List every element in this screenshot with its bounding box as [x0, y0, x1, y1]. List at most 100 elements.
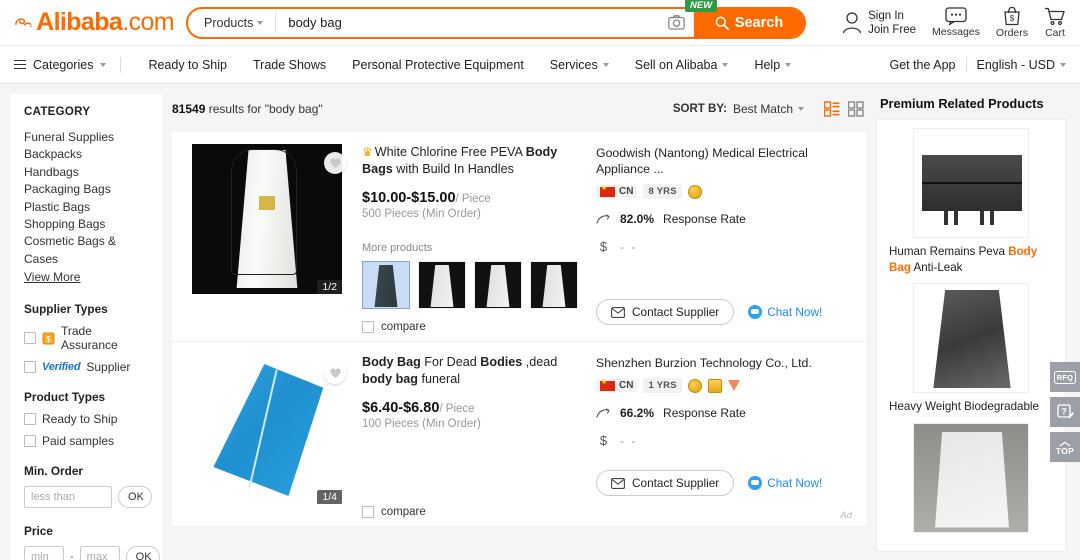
nav-item-label: Ready to Ship [148, 57, 227, 72]
more-product-thumb[interactable] [418, 261, 466, 309]
search-button[interactable]: Search [694, 8, 804, 37]
product-title-prefix: White Chlorine Free PEVA [374, 145, 526, 159]
checkbox[interactable] [362, 321, 374, 333]
filter-verified-supplier[interactable]: Verified Supplier [24, 360, 148, 374]
supplier-actions: Contact Supplier Chat Now! [596, 299, 822, 325]
contact-supplier-button[interactable]: Contact Supplier [596, 299, 735, 325]
product-title[interactable]: ♛ White Chlorine Free PEVA Body Bags with… [362, 144, 586, 178]
filter-trade-assurance[interactable]: $ Trade Assurance [24, 324, 148, 352]
language-currency-selector[interactable]: English - USD [977, 58, 1056, 72]
messages-label: Messages [932, 26, 980, 38]
compare-checkbox-row[interactable]: compare [362, 506, 586, 518]
get-the-app-link[interactable]: Get the App [889, 58, 955, 72]
favorite-button[interactable] [324, 362, 346, 384]
product-image[interactable]: 1/4 [192, 354, 342, 504]
min-order-input[interactable] [24, 486, 112, 509]
filter-label: Supplier [86, 360, 131, 375]
feedback-tool[interactable]: ? [1050, 397, 1080, 427]
list-view-icon[interactable] [824, 101, 840, 117]
checkbox[interactable] [24, 435, 36, 448]
nav-item-label: Sell on Alibaba [634, 57, 718, 72]
sidebar-item-funeral-supplies[interactable]: Funeral Supplies [24, 129, 148, 146]
search-icon [715, 16, 729, 30]
related-product[interactable]: Human Remains Peva Body Bag Anti-Leak [887, 128, 1055, 275]
product-title-suffix: with Build In Handles [392, 162, 514, 176]
product-types-title: Product Types [24, 390, 106, 405]
related-product[interactable]: Heavy Weight Biodegradable [887, 283, 1055, 415]
more-product-thumb[interactable] [362, 261, 410, 309]
more-product-thumb[interactable] [530, 261, 578, 309]
sidebar-item-packaging-bags[interactable]: Packaging Bags [24, 181, 148, 198]
checkbox[interactable] [24, 361, 36, 374]
moq-value: 100 Pieces [362, 418, 419, 430]
envelope-icon [611, 477, 625, 489]
nav-item-sell-on-alibaba[interactable]: Sell on Alibaba [622, 58, 742, 72]
search-category-select[interactable]: Products [188, 12, 277, 33]
gold-supplier-icon [687, 378, 702, 393]
min-order-ok-button[interactable]: OK [118, 486, 152, 509]
thumb-shape [486, 265, 510, 307]
nav-item-ppe[interactable]: Personal Protective Equipment [339, 58, 537, 72]
response-rate-icon [596, 407, 611, 419]
filter-ready-to-ship[interactable]: Ready to Ship [24, 412, 148, 426]
cart-button[interactable]: Cart [1044, 7, 1066, 39]
compare-checkbox-row[interactable]: compare [362, 321, 586, 333]
sort-by-value: Best Match [732, 102, 793, 116]
sidebar-item-shopping-bags[interactable]: Shopping Bags [24, 216, 148, 233]
product-title-text: ,dead [522, 355, 558, 369]
premium-related-list: Human Remains Peva Body Bag Anti-Leak He… [876, 119, 1066, 552]
nav-item-trade-shows[interactable]: Trade Shows [240, 58, 339, 72]
sidebar-item-backpacks[interactable]: Backpacks [24, 146, 148, 163]
more-product-thumb[interactable] [474, 261, 522, 309]
chat-now-button[interactable]: Chat Now! [748, 476, 822, 490]
search-input[interactable] [276, 15, 660, 30]
product-title[interactable]: Body Bag For Dead Bodies ,dead body bag … [362, 354, 586, 388]
checkbox[interactable] [362, 506, 374, 518]
product-image-detail [231, 149, 297, 275]
ad-label: Ad [840, 510, 852, 521]
grid-view-icon[interactable] [848, 101, 864, 117]
chat-now-button[interactable]: Chat Now! [748, 305, 822, 319]
sidebar-item-cosmetic-bags[interactable]: Cosmetic Bags & Cases [24, 233, 148, 268]
sidebar-item-handbags[interactable]: Handbags [24, 164, 148, 181]
back-to-top-tool[interactable]: ︿ TOP [1050, 432, 1080, 462]
sort-by-select[interactable]: Best Match [733, 102, 804, 116]
supplier-name[interactable]: Shenzhen Burzion Technology Co., Ltd. [596, 355, 854, 371]
category-list: Funeral Supplies Backpacks Handbags Pack… [24, 129, 148, 268]
search-button-label: Search [734, 14, 784, 31]
product-moq: 100 Pieces (Min Order) [362, 418, 586, 430]
contact-supplier-button[interactable]: Contact Supplier [596, 470, 735, 496]
join-free-link[interactable]: Join Free [868, 23, 916, 37]
chat-icon [748, 476, 763, 490]
related-product[interactable] [887, 422, 1055, 533]
supplier-name[interactable]: Goodwish (Nantong) Medical Electrical Ap… [596, 145, 854, 177]
price-ok-button[interactable]: OK [125, 546, 160, 560]
account-menu[interactable]: Sign In Join Free [841, 9, 916, 37]
back-to-top-label: TOP [1055, 446, 1075, 456]
nav-item-services[interactable]: Services [537, 58, 622, 72]
dollar-icon: $ [599, 239, 608, 254]
nav-item-ready-to-ship[interactable]: Ready to Ship [135, 58, 240, 72]
nav-item-help[interactable]: Help [741, 58, 804, 72]
orders-button[interactable]: $ Orders [996, 6, 1028, 39]
location-pin-icon [727, 380, 740, 391]
product-image[interactable]: 1/2 [192, 144, 342, 294]
nav-categories[interactable]: Categories [14, 58, 120, 72]
supplier-types-title: Supplier Types [24, 302, 108, 317]
checkbox[interactable] [24, 413, 36, 426]
sidebar-item-plastic-bags[interactable]: Plastic Bags [24, 199, 148, 216]
favorite-button[interactable] [324, 152, 346, 174]
sign-in-link[interactable]: Sign In [868, 9, 916, 23]
alibaba-logo[interactable]: Alibaba.com [14, 8, 175, 37]
price-max-input[interactable] [79, 546, 120, 560]
rfq-tool[interactable]: RFQ [1050, 362, 1080, 392]
messages-button[interactable]: Messages [932, 7, 980, 38]
filter-paid-samples[interactable]: Paid samples [24, 434, 148, 448]
min-order-filter: OK [24, 486, 152, 509]
supplier-badges: CN 1 YRS [596, 378, 854, 393]
price-min-input[interactable] [24, 546, 64, 560]
checkbox[interactable] [24, 332, 36, 345]
image-search-button[interactable] [660, 8, 694, 37]
response-rate-value: 66.2% [620, 406, 655, 420]
view-more-link[interactable]: View More [24, 270, 80, 284]
